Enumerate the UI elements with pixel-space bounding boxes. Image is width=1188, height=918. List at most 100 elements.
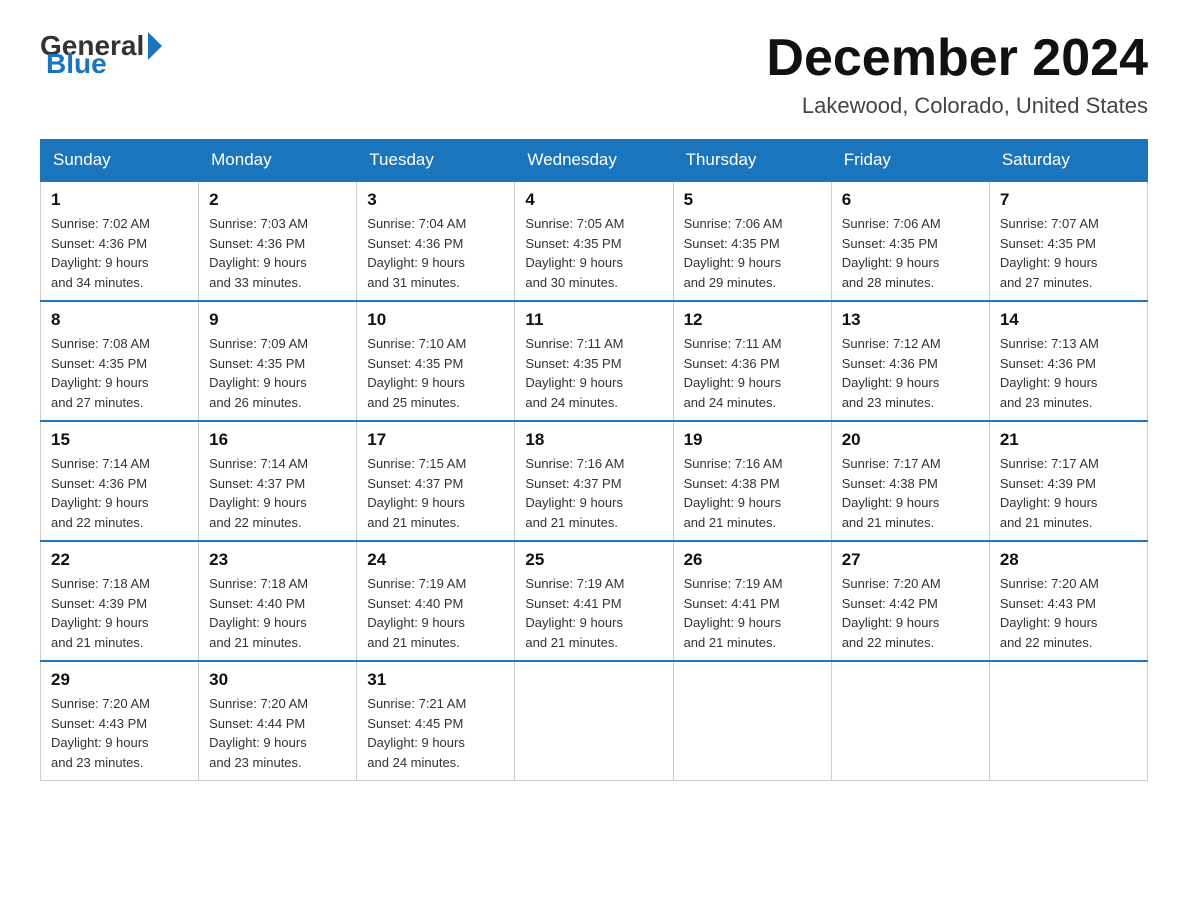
calendar-day-cell: 17 Sunrise: 7:15 AMSunset: 4:37 PMDaylig…	[357, 421, 515, 541]
day-info: Sunrise: 7:16 AMSunset: 4:37 PMDaylight:…	[525, 456, 624, 530]
day-number: 15	[51, 430, 188, 450]
day-info: Sunrise: 7:19 AMSunset: 4:41 PMDaylight:…	[684, 576, 783, 650]
day-number: 21	[1000, 430, 1137, 450]
day-info: Sunrise: 7:02 AMSunset: 4:36 PMDaylight:…	[51, 216, 150, 290]
day-number: 8	[51, 310, 188, 330]
day-info: Sunrise: 7:20 AMSunset: 4:43 PMDaylight:…	[1000, 576, 1099, 650]
calendar-week-5: 29 Sunrise: 7:20 AMSunset: 4:43 PMDaylig…	[41, 661, 1148, 781]
day-number: 14	[1000, 310, 1137, 330]
calendar-day-cell: 12 Sunrise: 7:11 AMSunset: 4:36 PMDaylig…	[673, 301, 831, 421]
day-info: Sunrise: 7:05 AMSunset: 4:35 PMDaylight:…	[525, 216, 624, 290]
day-info: Sunrise: 7:09 AMSunset: 4:35 PMDaylight:…	[209, 336, 308, 410]
calendar-day-cell	[673, 661, 831, 781]
weekday-header-tuesday: Tuesday	[357, 140, 515, 182]
day-number: 25	[525, 550, 662, 570]
calendar-day-cell: 18 Sunrise: 7:16 AMSunset: 4:37 PMDaylig…	[515, 421, 673, 541]
logo-blue-text: Blue	[46, 48, 107, 80]
day-info: Sunrise: 7:06 AMSunset: 4:35 PMDaylight:…	[684, 216, 783, 290]
day-number: 20	[842, 430, 979, 450]
calendar-week-4: 22 Sunrise: 7:18 AMSunset: 4:39 PMDaylig…	[41, 541, 1148, 661]
calendar-day-cell: 16 Sunrise: 7:14 AMSunset: 4:37 PMDaylig…	[199, 421, 357, 541]
calendar-day-cell: 13 Sunrise: 7:12 AMSunset: 4:36 PMDaylig…	[831, 301, 989, 421]
day-info: Sunrise: 7:07 AMSunset: 4:35 PMDaylight:…	[1000, 216, 1099, 290]
day-info: Sunrise: 7:04 AMSunset: 4:36 PMDaylight:…	[367, 216, 466, 290]
day-number: 2	[209, 190, 346, 210]
day-info: Sunrise: 7:17 AMSunset: 4:39 PMDaylight:…	[1000, 456, 1099, 530]
day-number: 24	[367, 550, 504, 570]
weekday-header-friday: Friday	[831, 140, 989, 182]
day-number: 28	[1000, 550, 1137, 570]
calendar-day-cell: 19 Sunrise: 7:16 AMSunset: 4:38 PMDaylig…	[673, 421, 831, 541]
day-info: Sunrise: 7:20 AMSunset: 4:43 PMDaylight:…	[51, 696, 150, 770]
day-number: 23	[209, 550, 346, 570]
day-info: Sunrise: 7:08 AMSunset: 4:35 PMDaylight:…	[51, 336, 150, 410]
calendar-day-cell: 26 Sunrise: 7:19 AMSunset: 4:41 PMDaylig…	[673, 541, 831, 661]
calendar-day-cell: 27 Sunrise: 7:20 AMSunset: 4:42 PMDaylig…	[831, 541, 989, 661]
day-number: 1	[51, 190, 188, 210]
day-number: 31	[367, 670, 504, 690]
logo: General Blue	[40, 30, 166, 80]
day-number: 29	[51, 670, 188, 690]
calendar-day-cell: 10 Sunrise: 7:10 AMSunset: 4:35 PMDaylig…	[357, 301, 515, 421]
day-number: 11	[525, 310, 662, 330]
calendar-day-cell	[831, 661, 989, 781]
calendar-day-cell: 5 Sunrise: 7:06 AMSunset: 4:35 PMDayligh…	[673, 181, 831, 301]
day-number: 10	[367, 310, 504, 330]
calendar-day-cell: 9 Sunrise: 7:09 AMSunset: 4:35 PMDayligh…	[199, 301, 357, 421]
day-number: 17	[367, 430, 504, 450]
day-info: Sunrise: 7:12 AMSunset: 4:36 PMDaylight:…	[842, 336, 941, 410]
day-number: 4	[525, 190, 662, 210]
calendar-day-cell: 3 Sunrise: 7:04 AMSunset: 4:36 PMDayligh…	[357, 181, 515, 301]
page-header: General Blue December 2024 Lakewood, Col…	[40, 30, 1148, 119]
calendar-day-cell: 29 Sunrise: 7:20 AMSunset: 4:43 PMDaylig…	[41, 661, 199, 781]
calendar-day-cell: 24 Sunrise: 7:19 AMSunset: 4:40 PMDaylig…	[357, 541, 515, 661]
day-info: Sunrise: 7:11 AMSunset: 4:35 PMDaylight:…	[525, 336, 623, 410]
calendar-day-cell: 31 Sunrise: 7:21 AMSunset: 4:45 PMDaylig…	[357, 661, 515, 781]
day-info: Sunrise: 7:14 AMSunset: 4:36 PMDaylight:…	[51, 456, 150, 530]
day-info: Sunrise: 7:03 AMSunset: 4:36 PMDaylight:…	[209, 216, 308, 290]
calendar-week-3: 15 Sunrise: 7:14 AMSunset: 4:36 PMDaylig…	[41, 421, 1148, 541]
calendar-day-cell: 23 Sunrise: 7:18 AMSunset: 4:40 PMDaylig…	[199, 541, 357, 661]
calendar-day-cell: 22 Sunrise: 7:18 AMSunset: 4:39 PMDaylig…	[41, 541, 199, 661]
weekday-header-thursday: Thursday	[673, 140, 831, 182]
day-info: Sunrise: 7:19 AMSunset: 4:41 PMDaylight:…	[525, 576, 624, 650]
day-info: Sunrise: 7:18 AMSunset: 4:39 PMDaylight:…	[51, 576, 150, 650]
day-number: 13	[842, 310, 979, 330]
day-info: Sunrise: 7:20 AMSunset: 4:42 PMDaylight:…	[842, 576, 941, 650]
calendar-day-cell: 1 Sunrise: 7:02 AMSunset: 4:36 PMDayligh…	[41, 181, 199, 301]
day-info: Sunrise: 7:13 AMSunset: 4:36 PMDaylight:…	[1000, 336, 1099, 410]
calendar-day-cell	[515, 661, 673, 781]
day-info: Sunrise: 7:21 AMSunset: 4:45 PMDaylight:…	[367, 696, 466, 770]
day-info: Sunrise: 7:17 AMSunset: 4:38 PMDaylight:…	[842, 456, 941, 530]
calendar-day-cell: 25 Sunrise: 7:19 AMSunset: 4:41 PMDaylig…	[515, 541, 673, 661]
calendar-day-cell: 21 Sunrise: 7:17 AMSunset: 4:39 PMDaylig…	[989, 421, 1147, 541]
weekday-header-row: SundayMondayTuesdayWednesdayThursdayFrid…	[41, 140, 1148, 182]
calendar-day-cell: 30 Sunrise: 7:20 AMSunset: 4:44 PMDaylig…	[199, 661, 357, 781]
calendar-day-cell: 7 Sunrise: 7:07 AMSunset: 4:35 PMDayligh…	[989, 181, 1147, 301]
day-number: 19	[684, 430, 821, 450]
day-number: 27	[842, 550, 979, 570]
day-number: 22	[51, 550, 188, 570]
calendar-day-cell: 8 Sunrise: 7:08 AMSunset: 4:35 PMDayligh…	[41, 301, 199, 421]
day-number: 7	[1000, 190, 1137, 210]
day-info: Sunrise: 7:14 AMSunset: 4:37 PMDaylight:…	[209, 456, 308, 530]
title-section: December 2024 Lakewood, Colorado, United…	[766, 30, 1148, 119]
day-number: 6	[842, 190, 979, 210]
day-info: Sunrise: 7:16 AMSunset: 4:38 PMDaylight:…	[684, 456, 783, 530]
calendar-day-cell: 20 Sunrise: 7:17 AMSunset: 4:38 PMDaylig…	[831, 421, 989, 541]
month-title: December 2024	[766, 30, 1148, 87]
weekday-header-sunday: Sunday	[41, 140, 199, 182]
day-number: 12	[684, 310, 821, 330]
weekday-header-saturday: Saturday	[989, 140, 1147, 182]
day-info: Sunrise: 7:20 AMSunset: 4:44 PMDaylight:…	[209, 696, 308, 770]
calendar-day-cell: 6 Sunrise: 7:06 AMSunset: 4:35 PMDayligh…	[831, 181, 989, 301]
calendar-week-1: 1 Sunrise: 7:02 AMSunset: 4:36 PMDayligh…	[41, 181, 1148, 301]
day-info: Sunrise: 7:15 AMSunset: 4:37 PMDaylight:…	[367, 456, 466, 530]
day-info: Sunrise: 7:11 AMSunset: 4:36 PMDaylight:…	[684, 336, 782, 410]
calendar-day-cell: 11 Sunrise: 7:11 AMSunset: 4:35 PMDaylig…	[515, 301, 673, 421]
day-number: 9	[209, 310, 346, 330]
weekday-header-monday: Monday	[199, 140, 357, 182]
day-number: 5	[684, 190, 821, 210]
calendar-day-cell: 14 Sunrise: 7:13 AMSunset: 4:36 PMDaylig…	[989, 301, 1147, 421]
location-title: Lakewood, Colorado, United States	[766, 93, 1148, 119]
